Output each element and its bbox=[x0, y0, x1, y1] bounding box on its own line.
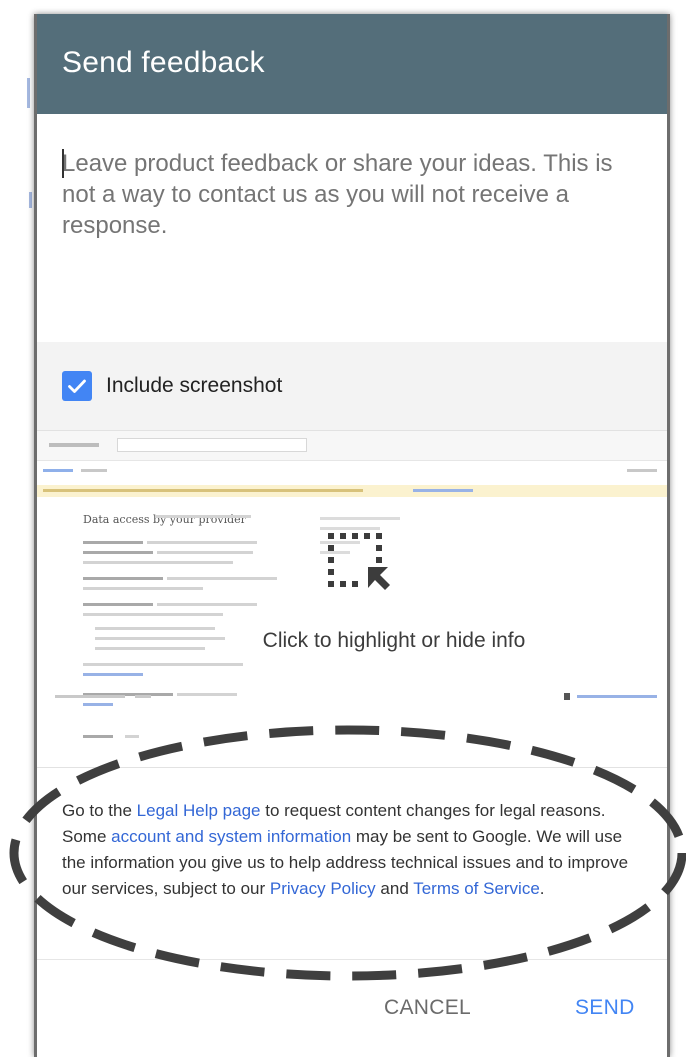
text-cursor bbox=[62, 149, 64, 178]
privacy-policy-link[interactable]: Privacy Policy bbox=[270, 879, 376, 898]
terms-of-service-link[interactable]: Terms of Service bbox=[413, 879, 540, 898]
screenshot-thumbnail: Data access by your provider bbox=[37, 431, 667, 767]
thumbnail-logo bbox=[49, 443, 99, 447]
account-info-link[interactable]: account and system information bbox=[111, 827, 351, 846]
feedback-input-area bbox=[37, 114, 667, 342]
send-button[interactable]: SEND bbox=[575, 996, 635, 1020]
include-screenshot-row: Include screenshot bbox=[37, 342, 667, 430]
send-feedback-dialog: Send feedback Include screenshot bbox=[34, 14, 670, 1057]
thumbnail-warning-bar bbox=[37, 485, 667, 497]
highlight-selection-icon bbox=[328, 533, 390, 590]
dialog-title: Send feedback bbox=[62, 46, 265, 79]
legal-notice: Go to the Legal Help page to request con… bbox=[37, 768, 667, 968]
dialog-footer: CANCEL SEND bbox=[37, 959, 667, 1057]
thumbnail-footer-text bbox=[55, 695, 125, 698]
dialog-header: Send feedback bbox=[37, 14, 667, 114]
page: Send feedback Include screenshot bbox=[0, 0, 686, 1057]
thumbnail-footer-icon bbox=[564, 693, 570, 700]
thumbnail-searchbox bbox=[117, 438, 307, 452]
thumbnail-footer-text bbox=[135, 695, 151, 698]
thumbnail-topbar bbox=[37, 431, 667, 461]
legal-text: and bbox=[375, 879, 414, 898]
cancel-button[interactable]: CANCEL bbox=[384, 996, 471, 1020]
check-icon bbox=[68, 379, 86, 393]
include-screenshot-label: Include screenshot bbox=[106, 374, 283, 397]
include-screenshot-checkbox[interactable] bbox=[62, 371, 92, 401]
thumbnail-tabs bbox=[37, 465, 667, 479]
legal-help-link[interactable]: Legal Help page bbox=[137, 801, 261, 820]
feedback-input[interactable] bbox=[62, 148, 652, 328]
highlight-instruction: Click to highlight or hide info bbox=[262, 629, 526, 652]
background-page-fragment bbox=[27, 78, 30, 108]
background-page-fragment bbox=[29, 192, 32, 208]
screenshot-preview[interactable]: Data access by your provider Click to hi… bbox=[37, 430, 667, 768]
thumbnail-footer-link bbox=[577, 695, 657, 698]
legal-text: . bbox=[539, 879, 545, 898]
thumbnail-heading-rest bbox=[155, 515, 251, 518]
legal-text: Go to the bbox=[62, 801, 137, 820]
